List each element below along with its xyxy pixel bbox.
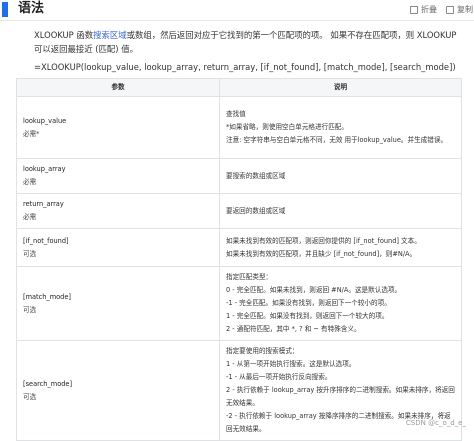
param-cell: [search_mode] 可选: [16, 340, 220, 441]
copy-icon: [446, 5, 454, 14]
param-cell: lookup_array 必需: [16, 158, 220, 194]
param-cell: [match_mode] 可选: [16, 266, 220, 341]
desc-line: 2 - 执行依赖于 lookup_array 按升序排序的二进制搜索。如果未排序…: [226, 386, 455, 407]
desc-line: 指定要使用的搜索模式：: [226, 347, 299, 355]
desc-line: 0 - 完全匹配。如果未找到，则返回 #N/A。这是默认选项。: [226, 286, 402, 294]
intro-text-1: XLOOKUP 函数: [34, 30, 94, 40]
param-name: lookup_value: [23, 116, 67, 125]
section-title: 语法: [18, 1, 45, 16]
param-requirement: 可选: [23, 392, 37, 401]
param-requirement: 可选: [23, 305, 37, 314]
collapse-label: 折叠: [421, 5, 437, 14]
desc-line: 如果未找到有效的匹配项，则返回你提供的 [if_not_found] 文本。: [226, 236, 421, 245]
param-name: [search_mode]: [23, 379, 73, 388]
csdn-watermark: CSDN @c_o_d_e_: [405, 419, 466, 427]
desc-line: 1 - 从第一项开始执行搜索。这是默认选项。: [226, 360, 356, 368]
desc-line: -1 - 从最后一项开始执行反向搜索。: [226, 373, 332, 381]
table-row: [match_mode] 可选 指定匹配类型： 0 - 完全匹配。如果未找到，则返回 …: [16, 266, 462, 341]
param-requirement: 必需: [23, 213, 37, 221]
desc-line: 要搜索的数组或区域: [226, 171, 286, 180]
table-header-row: 参数 说明: [16, 78, 462, 97]
param-requirement: 必需: [23, 178, 37, 186]
param-name: [match_mode]: [23, 292, 71, 301]
desc-line: -1 - 完全匹配。如果没有找到，则返回下一个较小的项。: [226, 299, 391, 307]
section-header: 语法 折叠 复制: [0, 0, 474, 21]
param-cell: [if_not_found] 可选: [16, 228, 220, 267]
desc-line: 要返回的数组或区域: [226, 206, 286, 215]
table-row: [if_not_found] 可选 如果未找到有效的匹配项，则返回你提供的 [if_…: [16, 228, 462, 267]
title-accent-bar: [2, 2, 8, 17]
desc-cell: 如果未找到有效的匹配项，则返回你提供的 [if_not_found] 文本。 如果…: [219, 228, 462, 267]
param-name: lookup_array: [23, 165, 66, 173]
desc-cell: 要返回的数组或区域: [219, 193, 462, 229]
desc-line: *如果省略，则使用空白单元格进行匹配。: [226, 123, 348, 131]
intro-paragraph: XLOOKUP 函数搜索区域或数组，然后返回对应于它找到的第一个匹配项的项。 如…: [34, 28, 466, 56]
column-header-param: 参数: [16, 78, 220, 97]
desc-cell: 指定匹配类型： 0 - 完全匹配。如果未找到，则返回 #N/A。这是默认选项。 -1…: [219, 266, 462, 341]
collapse-icon: [410, 5, 418, 14]
desc-line: 查找值: [226, 110, 246, 118]
table-row: return_array 必需 要返回的数组或区域: [16, 193, 462, 229]
param-requirement: 必需*: [23, 129, 40, 138]
param-cell: return_array 必需: [16, 193, 220, 229]
copy-button[interactable]: 复制: [446, 4, 473, 15]
parameter-table: 参数 说明 lookup_value 必需* 查找值 *如果省略，则使用空白单元格进行…: [16, 78, 462, 441]
search-area-link[interactable]: 搜索区域: [93, 30, 127, 40]
desc-line: 注意: 空字符串与空白单元格不同，无效 用于lookup_value。并生成错误…: [226, 136, 448, 144]
param-requirement: 可选: [23, 249, 37, 258]
desc-line: 指定匹配类型：: [226, 273, 273, 281]
param-cell: lookup_value 必需*: [16, 96, 220, 159]
collapse-button[interactable]: 折叠: [410, 4, 437, 15]
desc-cell: 要搜索的数组或区域: [219, 158, 462, 194]
table-row: [search_mode] 可选 指定要使用的搜索模式： 1 - 从第一项开始执行搜索…: [16, 340, 462, 441]
column-header-desc: 说明: [219, 78, 462, 97]
desc-line: 2 - 通配符匹配，其中 *, ? 和 ~ 有特殊含义。: [226, 325, 361, 333]
copy-label: 复制: [457, 5, 473, 14]
param-name: [if_not_found]: [23, 236, 69, 245]
desc-line: 如果未找到有效的匹配项，并且缺少 [if_not_found]，则#N/A。: [226, 249, 417, 258]
desc-cell: 查找值 *如果省略，则使用空白单元格进行匹配。注意: 空字符串与空白单元格不同，无…: [219, 96, 462, 159]
syntax-formula: =XLOOKUP(lookup_value, lookup_array, ret…: [34, 62, 456, 72]
param-name: return_array: [23, 200, 64, 208]
table-row: lookup_array 必需 要搜索的数组或区域: [16, 158, 462, 194]
table-row: lookup_value 必需* 查找值 *如果省略，则使用空白单元格进行匹配。注意:…: [16, 96, 462, 159]
desc-line: 1 - 完全匹配。如果没有找到，则返回下一个较大的项。: [226, 312, 389, 320]
